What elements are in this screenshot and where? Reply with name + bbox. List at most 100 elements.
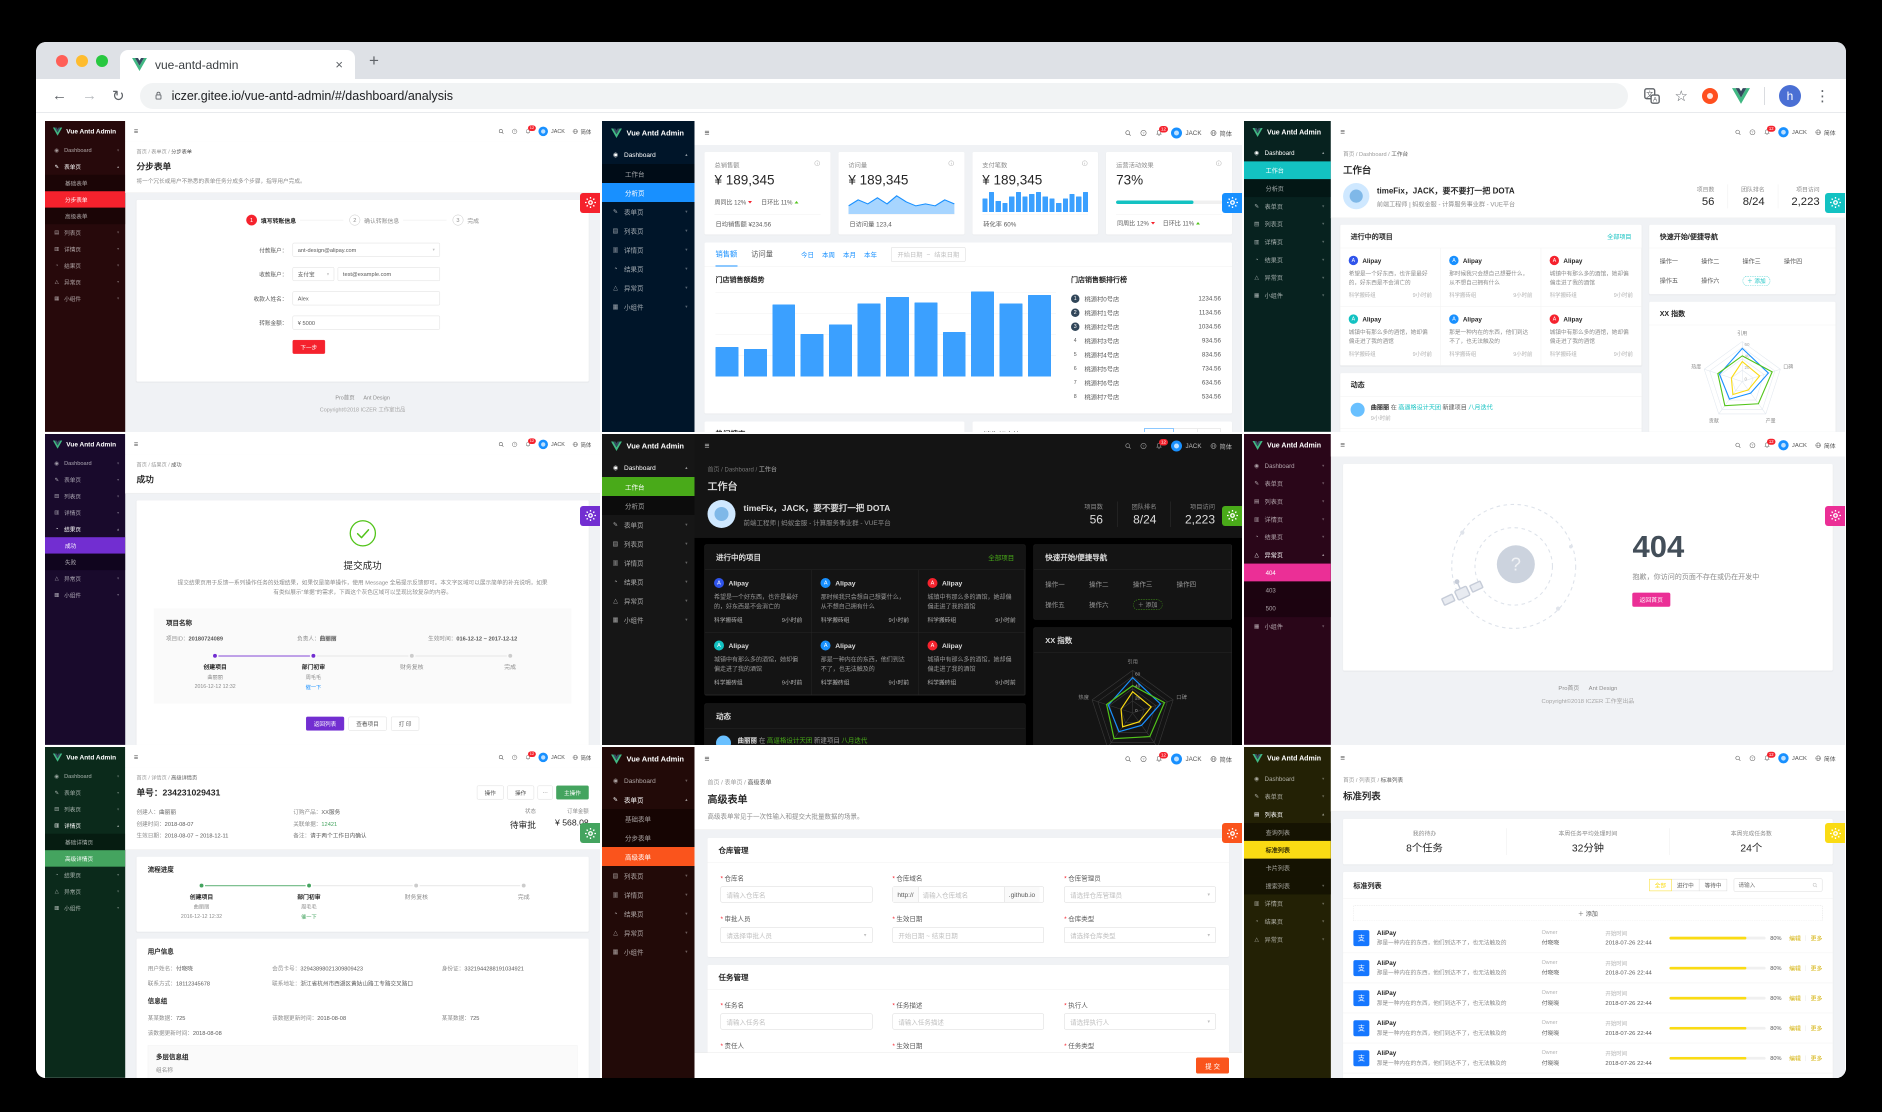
- team-link[interactable]: 科学搬砖组: [927, 679, 956, 687]
- language-selector[interactable]: 简体: [572, 753, 591, 761]
- sidebar-item[interactable]: ▦ 小组件 ▾: [45, 587, 125, 603]
- field-input[interactable]: 开始日期 ~ 结束日期: [892, 927, 1045, 943]
- sidebar-item[interactable]: ◔ 结果页 ▾: [45, 257, 125, 273]
- new-tab-button[interactable]: +: [369, 51, 379, 71]
- quick-nav-link[interactable]: 操作六: [1089, 600, 1133, 611]
- sidebar-item[interactable]: ▥ 详情页 ▾: [1244, 510, 1331, 528]
- field-input[interactable]: 请输入仓库名: [720, 886, 873, 903]
- notification-bell-icon[interactable]: 12: [1764, 125, 1776, 136]
- info-icon[interactable]: [814, 160, 821, 167]
- sidebar-item[interactable]: ◔ 结果页 ▴: [45, 521, 125, 537]
- back-home-button[interactable]: 返回首页: [1632, 592, 1671, 607]
- language-selector[interactable]: 简体: [1815, 128, 1836, 137]
- app-logo[interactable]: Vue Antd Admin: [602, 121, 695, 145]
- breadcrumb[interactable]: 首页 / 结果页 / 成功: [136, 461, 588, 468]
- search-icon[interactable]: [1125, 756, 1132, 763]
- sidebar-item[interactable]: ▤ 列表页 ▾: [45, 224, 125, 240]
- sidebar-item[interactable]: 500: [1244, 599, 1331, 618]
- info-icon[interactable]: [948, 160, 955, 167]
- sidebar-item[interactable]: ✎ 表单页 ▾: [1244, 787, 1331, 805]
- help-icon[interactable]: [1140, 756, 1147, 763]
- sidebar-item[interactable]: ✎ 表单页 ▾: [1244, 474, 1331, 492]
- notification-bell-icon[interactable]: 12: [525, 751, 536, 760]
- app-logo[interactable]: Vue Antd Admin: [602, 434, 695, 458]
- sidebar-item[interactable]: ◔ 结果页 ▾: [1244, 251, 1331, 269]
- filter-button[interactable]: 等待中: [1698, 878, 1728, 892]
- edit-link[interactable]: 编辑: [1789, 1054, 1801, 1063]
- sidebar-item[interactable]: ▥ 详情页 ▾: [1244, 233, 1331, 251]
- sidebar-item[interactable]: 高级详情页: [45, 850, 126, 867]
- theme-settings-gear-icon[interactable]: [1825, 823, 1845, 844]
- theme-settings-gear-icon[interactable]: [1825, 505, 1845, 526]
- more-link[interactable]: 更多: [1811, 993, 1823, 1002]
- browser-tab[interactable]: vue-antd-admin ×: [120, 50, 355, 79]
- theme-settings-gear-icon[interactable]: [580, 823, 600, 844]
- sidebar-item[interactable]: ◉ Dashboard ▴: [602, 145, 695, 164]
- project-card[interactable]: A Alipay 城镇中有那么多的酒馆，她却偏偏走进了我的酒馆 科学搬砖组 9小时前: [918, 632, 1026, 695]
- quick-nav-link[interactable]: 操作四: [1177, 579, 1221, 589]
- footer-link[interactable]: Ant Design: [1589, 685, 1618, 692]
- menu-trigger-icon[interactable]: ≡: [134, 753, 138, 762]
- sidebar-item[interactable]: ✎ 表单页 ▾: [602, 515, 695, 534]
- receiver-account-input[interactable]: test@example.com: [337, 267, 441, 281]
- urge-link[interactable]: 催一下: [264, 683, 362, 690]
- sidebar-item[interactable]: 标准列表: [1244, 840, 1331, 859]
- sidebar-item[interactable]: ▤ 列表页 ▾: [45, 801, 125, 817]
- notification-bell-icon[interactable]: 12: [1156, 126, 1169, 137]
- quick-nav-link[interactable]: 操作四: [1784, 257, 1825, 266]
- app-logo[interactable]: Vue Antd Admin: [1244, 434, 1331, 457]
- main-action-button[interactable]: 主操作: [556, 785, 589, 800]
- user-menu[interactable]: JACK: [1778, 127, 1807, 138]
- search-icon[interactable]: [1735, 442, 1742, 449]
- sidebar-item[interactable]: ▦ 小组件 ▾: [45, 900, 125, 916]
- list-item[interactable]: 支 AliPay 那是一种内在的东西，他们到达不了，也无法触及的 Owner 付晓晓…: [1343, 953, 1833, 984]
- vue-devtools-icon[interactable]: [1732, 88, 1750, 104]
- sidebar-item[interactable]: ◔ 结果页 ▾: [1244, 912, 1331, 930]
- sidebar-item[interactable]: ✎ 表单页 ▾: [45, 784, 125, 800]
- receiver-type-select[interactable]: 支付宝 ▾: [292, 267, 335, 281]
- team-link[interactable]: 科学搬砖组: [821, 616, 850, 624]
- breadcrumb[interactable]: 首页 / Dashboard / 工作台: [708, 465, 1230, 474]
- info-icon[interactable]: [1216, 160, 1223, 167]
- breadcrumb[interactable]: 首页 / 表单页 / 分步表单: [136, 148, 588, 155]
- quick-nav-link[interactable]: 操作六: [1701, 276, 1742, 286]
- sidebar-item[interactable]: 基础表单: [45, 174, 126, 192]
- app-logo[interactable]: Vue Antd Admin: [45, 434, 125, 455]
- team-link[interactable]: 科学搬砖组: [821, 679, 850, 687]
- notification-bell-icon[interactable]: 12: [1156, 439, 1169, 450]
- quick-nav-link[interactable]: 操作五: [1660, 276, 1701, 286]
- sidebar-item[interactable]: △ 异常页 ▾: [45, 274, 125, 290]
- sidebar-item[interactable]: ▦ 小组件 ▾: [602, 297, 695, 316]
- sidebar-item[interactable]: △ 异常页 ▾: [1244, 268, 1331, 286]
- theme-settings-gear-icon[interactable]: [1222, 192, 1242, 213]
- sidebar-item[interactable]: △ 异常页 ▾: [602, 278, 695, 297]
- list-item[interactable]: 支 AliPay 那是一种内在的东西，他们到达不了，也无法触及的 Owner 付晓晓…: [1343, 923, 1833, 954]
- project-card[interactable]: A Alipay 希望是一个好东西，也许是最好的，好东西是不会消亡的 科学搬砖组 9…: [705, 570, 812, 633]
- field-input[interactable]: 请选择仓库管理员 ▾: [1064, 886, 1216, 903]
- sidebar-item[interactable]: ✎ 表单页 ▴: [45, 158, 125, 174]
- project-card[interactable]: A Alipay 那时候我只会想自己想要什么，从不想自己拥有什么 科学搬砖组 9小时…: [1440, 248, 1542, 307]
- project-card[interactable]: A Alipay 那时候我只会想自己想要什么，从不想自己拥有什么 科学搬砖组 9小时…: [811, 570, 919, 633]
- language-selector[interactable]: 简体: [1210, 441, 1232, 451]
- team-link[interactable]: 科学搬砖组: [1449, 291, 1476, 299]
- team-link[interactable]: 科学搬砖组: [1349, 350, 1376, 358]
- sidebar-item[interactable]: ▥ 详情页 ▾: [602, 240, 695, 259]
- payer-account-select[interactable]: ant-design@alipay.com ▾: [292, 242, 441, 257]
- user-menu[interactable]: JACK: [1778, 753, 1807, 764]
- team-link[interactable]: 科学搬砖组: [1449, 350, 1476, 358]
- sidebar-item[interactable]: ▦ 小组件 ▾: [1244, 617, 1331, 635]
- notification-bell-icon[interactable]: 12: [525, 125, 536, 134]
- sidebar-item[interactable]: 分析页: [602, 183, 695, 202]
- tab-sales[interactable]: 销售额: [715, 242, 738, 267]
- team-link[interactable]: 科学搬砖组: [1349, 291, 1376, 299]
- team-link[interactable]: 科学搬砖组: [1550, 350, 1577, 358]
- sidebar-item[interactable]: ◉ Dashboard ▾: [45, 768, 125, 784]
- theme-settings-gear-icon[interactable]: [580, 505, 600, 526]
- sidebar-item[interactable]: ◉ Dashboard ▾: [45, 142, 125, 158]
- sidebar-item[interactable]: ▤ 列表页 ▴: [1244, 805, 1331, 823]
- team-link[interactable]: 科学搬砖组: [1550, 291, 1577, 299]
- breadcrumb[interactable]: 首页 / Dashboard / 工作台: [1343, 150, 1833, 158]
- sidebar-item[interactable]: ◔ 结果页 ▾: [602, 259, 695, 278]
- sidebar-item[interactable]: 搜索列表 ▾: [1244, 876, 1331, 895]
- back-button[interactable]: ←: [52, 87, 67, 104]
